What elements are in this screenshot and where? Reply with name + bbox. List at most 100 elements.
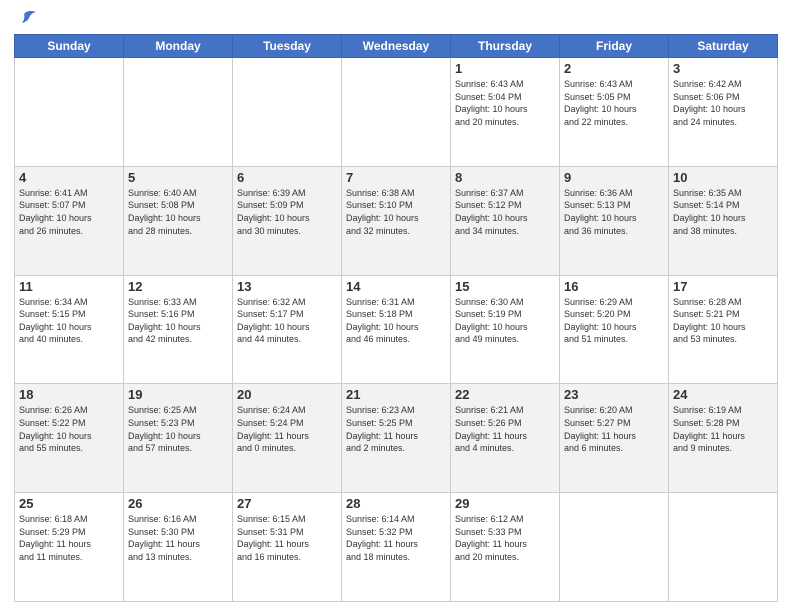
cell-info: Sunrise: 6:12 AM Sunset: 5:33 PM Dayligh…	[455, 513, 555, 563]
calendar-table: Sunday Monday Tuesday Wednesday Thursday…	[14, 34, 778, 602]
date-number: 24	[673, 387, 773, 402]
calendar-cell: 7 Sunrise: 6:38 AM Sunset: 5:10 PM Daylig…	[342, 166, 451, 275]
col-friday: Friday	[560, 35, 669, 58]
calendar-cell: 10Sunrise: 6:35 AM Sunset: 5:14 PM Dayli…	[669, 166, 778, 275]
calendar-cell: 22Sunrise: 6:21 AM Sunset: 5:26 PM Dayli…	[451, 384, 560, 493]
date-number: 8	[455, 170, 555, 185]
date-number: 19	[128, 387, 228, 402]
date-number: 21	[346, 387, 446, 402]
calendar-cell: 14 Sunrise: 6:31 AM Sunset: 5:18 PM Dayli…	[342, 275, 451, 384]
date-number: 17	[673, 279, 773, 294]
calendar-cell: 8 Sunrise: 6:37 AM Sunset: 5:12 PM Daylig…	[451, 166, 560, 275]
date-number: 2	[564, 61, 664, 76]
calendar-week-1: 1 Sunrise: 6:43 AM Sunset: 5:04 PM Daylig…	[15, 58, 778, 167]
col-sunday: Sunday	[15, 35, 124, 58]
calendar-week-3: 11Sunrise: 6:34 AM Sunset: 5:15 PM Dayli…	[15, 275, 778, 384]
date-number: 22	[455, 387, 555, 402]
calendar: Sunday Monday Tuesday Wednesday Thursday…	[14, 34, 778, 602]
date-number: 7	[346, 170, 446, 185]
date-number: 23	[564, 387, 664, 402]
calendar-cell	[560, 493, 669, 602]
cell-info: Sunrise: 6:24 AM Sunset: 5:24 PM Dayligh…	[237, 404, 337, 454]
calendar-cell: 13 Sunrise: 6:32 AM Sunset: 5:17 PM Dayli…	[233, 275, 342, 384]
cell-info: Sunrise: 6:26 AM Sunset: 5:22 PM Dayligh…	[19, 404, 119, 454]
calendar-cell: 25 Sunrise: 6:18 AM Sunset: 5:29 PM Dayli…	[15, 493, 124, 602]
cell-info: Sunrise: 6:31 AM Sunset: 5:18 PM Dayligh…	[346, 296, 446, 346]
calendar-cell: 27Sunrise: 6:15 AM Sunset: 5:31 PM Dayli…	[233, 493, 342, 602]
calendar-cell	[342, 58, 451, 167]
calendar-cell: 5 Sunrise: 6:40 AM Sunset: 5:08 PM Daylig…	[124, 166, 233, 275]
header	[14, 10, 778, 28]
calendar-week-4: 18 Sunrise: 6:26 AM Sunset: 5:22 PM Dayli…	[15, 384, 778, 493]
cell-info: Sunrise: 6:19 AM Sunset: 5:28 PM Dayligh…	[673, 404, 773, 454]
calendar-cell	[124, 58, 233, 167]
date-number: 5	[128, 170, 228, 185]
col-thursday: Thursday	[451, 35, 560, 58]
cell-info: Sunrise: 6:18 AM Sunset: 5:29 PM Dayligh…	[19, 513, 119, 563]
header-row: Sunday Monday Tuesday Wednesday Thursday…	[15, 35, 778, 58]
logo	[14, 10, 40, 28]
cell-info: Sunrise: 6:37 AM Sunset: 5:12 PM Dayligh…	[455, 187, 555, 237]
calendar-cell: 29 Sunrise: 6:12 AM Sunset: 5:33 PM Dayli…	[451, 493, 560, 602]
cell-info: Sunrise: 6:35 AM Sunset: 5:14 PM Dayligh…	[673, 187, 773, 237]
date-number: 6	[237, 170, 337, 185]
date-number: 18	[19, 387, 119, 402]
calendar-cell: 24 Sunrise: 6:19 AM Sunset: 5:28 PM Dayli…	[669, 384, 778, 493]
date-number: 20	[237, 387, 337, 402]
calendar-cell: 20 Sunrise: 6:24 AM Sunset: 5:24 PM Dayli…	[233, 384, 342, 493]
calendar-week-2: 4Sunrise: 6:41 AM Sunset: 5:07 PM Daylig…	[15, 166, 778, 275]
col-saturday: Saturday	[669, 35, 778, 58]
cell-info: Sunrise: 6:42 AM Sunset: 5:06 PM Dayligh…	[673, 78, 773, 128]
date-number: 13	[237, 279, 337, 294]
cell-info: Sunrise: 6:43 AM Sunset: 5:04 PM Dayligh…	[455, 78, 555, 128]
date-number: 4	[19, 170, 119, 185]
cell-info: Sunrise: 6:39 AM Sunset: 5:09 PM Dayligh…	[237, 187, 337, 237]
calendar-cell	[15, 58, 124, 167]
calendar-cell: 15 Sunrise: 6:30 AM Sunset: 5:19 PM Dayli…	[451, 275, 560, 384]
calendar-cell: 26 Sunrise: 6:16 AM Sunset: 5:30 PM Dayli…	[124, 493, 233, 602]
page-container: Sunday Monday Tuesday Wednesday Thursday…	[0, 0, 792, 612]
calendar-cell: 9 Sunrise: 6:36 AM Sunset: 5:13 PM Daylig…	[560, 166, 669, 275]
date-number: 12	[128, 279, 228, 294]
cell-info: Sunrise: 6:40 AM Sunset: 5:08 PM Dayligh…	[128, 187, 228, 237]
cell-info: Sunrise: 6:25 AM Sunset: 5:23 PM Dayligh…	[128, 404, 228, 454]
col-wednesday: Wednesday	[342, 35, 451, 58]
cell-info: Sunrise: 6:32 AM Sunset: 5:17 PM Dayligh…	[237, 296, 337, 346]
col-monday: Monday	[124, 35, 233, 58]
cell-info: Sunrise: 6:33 AM Sunset: 5:16 PM Dayligh…	[128, 296, 228, 346]
calendar-cell: 3 Sunrise: 6:42 AM Sunset: 5:06 PM Daylig…	[669, 58, 778, 167]
calendar-cell: 1 Sunrise: 6:43 AM Sunset: 5:04 PM Daylig…	[451, 58, 560, 167]
date-number: 9	[564, 170, 664, 185]
cell-info: Sunrise: 6:38 AM Sunset: 5:10 PM Dayligh…	[346, 187, 446, 237]
date-number: 3	[673, 61, 773, 76]
calendar-cell: 12 Sunrise: 6:33 AM Sunset: 5:16 PM Dayli…	[124, 275, 233, 384]
date-number: 26	[128, 496, 228, 511]
cell-info: Sunrise: 6:36 AM Sunset: 5:13 PM Dayligh…	[564, 187, 664, 237]
calendar-cell: 4Sunrise: 6:41 AM Sunset: 5:07 PM Daylig…	[15, 166, 124, 275]
cell-info: Sunrise: 6:15 AM Sunset: 5:31 PM Dayligh…	[237, 513, 337, 563]
calendar-cell: 16 Sunrise: 6:29 AM Sunset: 5:20 PM Dayli…	[560, 275, 669, 384]
cell-info: Sunrise: 6:20 AM Sunset: 5:27 PM Dayligh…	[564, 404, 664, 454]
date-number: 14	[346, 279, 446, 294]
calendar-cell: 11Sunrise: 6:34 AM Sunset: 5:15 PM Dayli…	[15, 275, 124, 384]
calendar-cell: 23 Sunrise: 6:20 AM Sunset: 5:27 PM Dayli…	[560, 384, 669, 493]
cell-info: Sunrise: 6:16 AM Sunset: 5:30 PM Dayligh…	[128, 513, 228, 563]
date-number: 15	[455, 279, 555, 294]
cell-info: Sunrise: 6:28 AM Sunset: 5:21 PM Dayligh…	[673, 296, 773, 346]
calendar-cell: 2 Sunrise: 6:43 AM Sunset: 5:05 PM Daylig…	[560, 58, 669, 167]
date-number: 28	[346, 496, 446, 511]
calendar-cell: 6 Sunrise: 6:39 AM Sunset: 5:09 PM Daylig…	[233, 166, 342, 275]
date-number: 29	[455, 496, 555, 511]
cell-info: Sunrise: 6:30 AM Sunset: 5:19 PM Dayligh…	[455, 296, 555, 346]
cell-info: Sunrise: 6:29 AM Sunset: 5:20 PM Dayligh…	[564, 296, 664, 346]
calendar-cell: 17 Sunrise: 6:28 AM Sunset: 5:21 PM Dayli…	[669, 275, 778, 384]
cell-info: Sunrise: 6:43 AM Sunset: 5:05 PM Dayligh…	[564, 78, 664, 128]
date-number: 11	[19, 279, 119, 294]
logo-bird-icon	[16, 10, 38, 28]
date-number: 16	[564, 279, 664, 294]
date-number: 1	[455, 61, 555, 76]
calendar-cell: 21Sunrise: 6:23 AM Sunset: 5:25 PM Dayli…	[342, 384, 451, 493]
date-number: 25	[19, 496, 119, 511]
calendar-cell: 28Sunrise: 6:14 AM Sunset: 5:32 PM Dayli…	[342, 493, 451, 602]
col-tuesday: Tuesday	[233, 35, 342, 58]
